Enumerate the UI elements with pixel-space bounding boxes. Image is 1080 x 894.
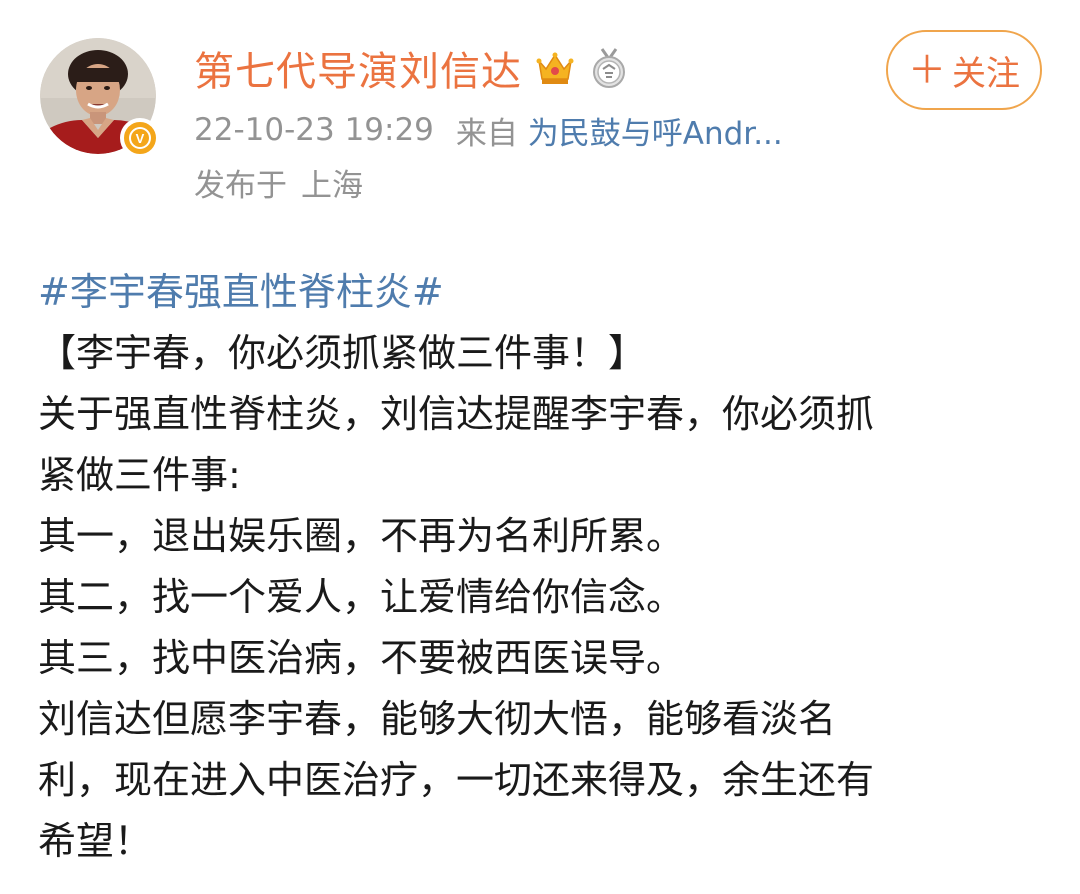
source-link[interactable]: 为民鼓与呼Andr... bbox=[528, 116, 783, 152]
location-text: 上海 bbox=[301, 167, 363, 204]
location-prefix: 发布于 bbox=[194, 167, 287, 204]
crown-icon[interactable] bbox=[534, 47, 576, 89]
hashtag-link[interactable]: #李宇春强直性脊柱炎# bbox=[38, 262, 1048, 323]
medal-icon[interactable] bbox=[588, 47, 630, 89]
user-name[interactable]: 第七代导演刘信达 bbox=[194, 39, 522, 97]
meta-row: 22-10-23 19:29 来自 为民鼓与呼Andr... bbox=[194, 108, 783, 152]
post-line: 其二，找一个爱人，让爱情给你信念。 bbox=[38, 575, 685, 619]
header-name-row: 第七代导演刘信达 bbox=[194, 38, 630, 98]
post-line: 利，现在进入中医治疗，一切还来得及，余生还有 bbox=[38, 758, 875, 802]
svg-text:V: V bbox=[136, 131, 145, 146]
follow-button[interactable]: ＋ 关注 bbox=[886, 30, 1042, 110]
follow-label: 关注 bbox=[952, 53, 1020, 94]
post-line: 关于强直性脊柱炎，刘信达提醒李宇春，你必须抓 bbox=[38, 392, 875, 436]
avatar[interactable]: V bbox=[40, 38, 160, 158]
source-block: 来自 为民鼓与呼Andr... bbox=[456, 108, 783, 153]
post-line: 其三，找中医治病，不要被西医误导。 bbox=[38, 636, 685, 680]
location-row: 发布于 上海 bbox=[194, 160, 363, 204]
source-prefix: 来自 bbox=[455, 115, 518, 152]
post-line-title: 【李宇春，你必须抓紧做三件事！】 bbox=[38, 331, 647, 375]
verified-badge-icon: V bbox=[120, 118, 160, 158]
post-body: #李宇春强直性脊柱炎# 【李宇春，你必须抓紧做三件事！】 关于强直性脊柱炎，刘信… bbox=[38, 262, 1048, 872]
post-line: 其一，退出娱乐圈，不再为名利所累。 bbox=[38, 514, 685, 558]
post-line: 紧做三件事: bbox=[38, 453, 241, 497]
check-v-icon: V bbox=[129, 127, 151, 149]
post-line: 希望！ bbox=[38, 819, 153, 863]
post-timestamp: 22-10-23 19:29 bbox=[194, 112, 434, 148]
plus-icon: ＋ bbox=[907, 48, 946, 92]
post-line: 刘信达但愿李宇春，能够大彻大悟，能够看淡名 bbox=[38, 697, 837, 741]
